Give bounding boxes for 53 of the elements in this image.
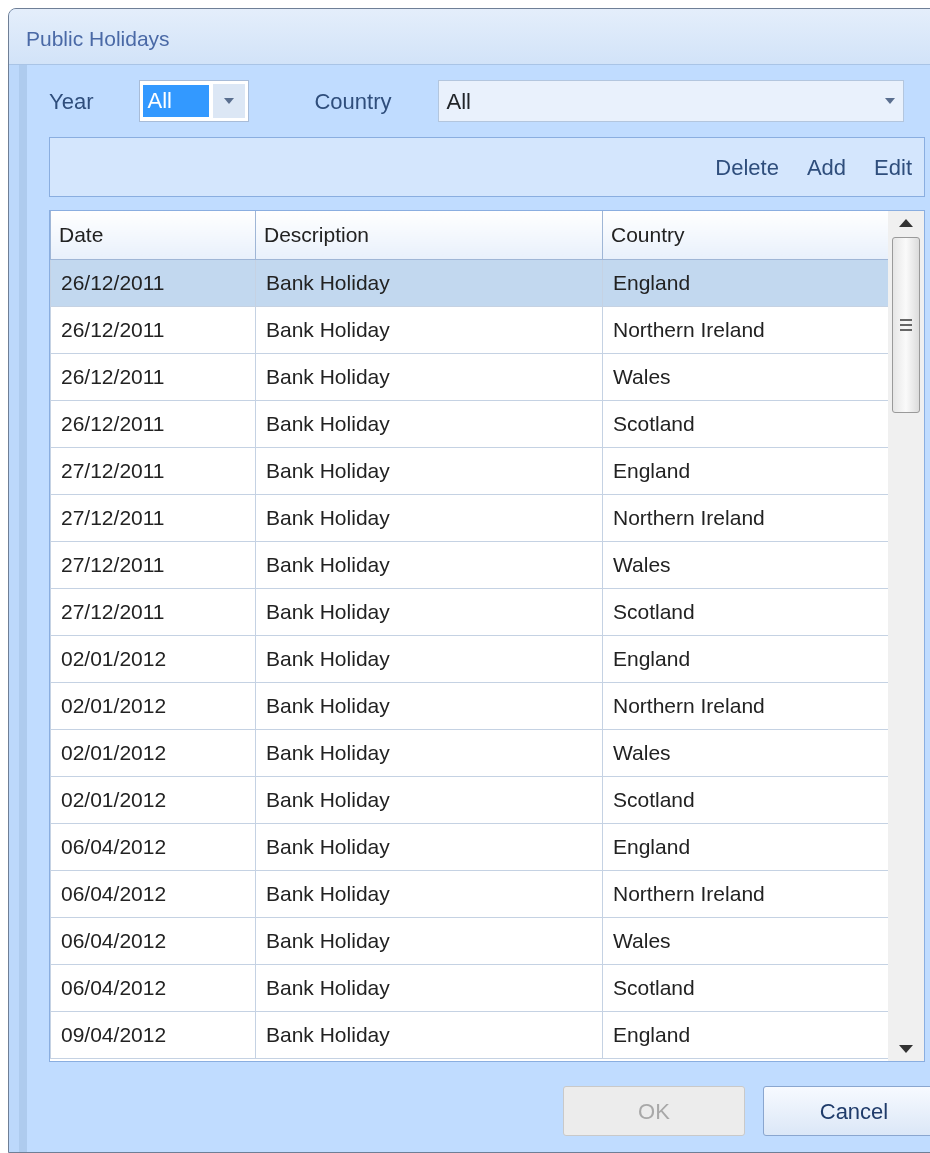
table-cell: 02/01/2012: [50, 682, 256, 729]
table-cell: Bank Holiday: [255, 682, 603, 729]
table-cell: Bank Holiday: [255, 400, 603, 447]
table-cell: 06/04/2012: [50, 823, 256, 870]
table-cell: 06/04/2012: [50, 917, 256, 964]
country-label: Country: [314, 87, 392, 116]
table-cell: Bank Holiday: [255, 635, 603, 682]
table-cell: 26/12/2011: [50, 353, 256, 400]
table-cell: Bank Holiday: [255, 259, 603, 306]
table-cell: Bank Holiday: [255, 870, 603, 917]
table-cell: 26/12/2011: [50, 259, 256, 306]
table-cell: 27/12/2011: [50, 494, 256, 541]
table-cell: Bank Holiday: [255, 917, 603, 964]
scroll-down-icon[interactable]: [899, 1045, 913, 1053]
dropdown-arrow-icon: [884, 98, 895, 104]
table-cell: 06/04/2012: [50, 964, 256, 1011]
column-header[interactable]: Description: [255, 211, 603, 259]
table-cell: Bank Holiday: [255, 494, 603, 541]
year-label: Year: [49, 87, 94, 116]
toolbar-button[interactable]: Edit: [874, 150, 912, 184]
table-cell: Bank Holiday: [255, 447, 603, 494]
column-header[interactable]: Country: [602, 211, 889, 259]
scroll-thumb[interactable]: [892, 237, 920, 413]
dropdown-arrow-icon: [224, 98, 235, 104]
table-cell: Bank Holiday: [255, 823, 603, 870]
table-cell: 02/01/2012: [50, 729, 256, 776]
country-dropdown[interactable]: All: [437, 80, 904, 122]
table-cell: Bank Holiday: [255, 1011, 603, 1058]
table-cell: 27/12/2011: [50, 447, 256, 494]
table-cell: Bank Holiday: [255, 729, 603, 776]
grip-icon: [900, 319, 912, 331]
column-header[interactable]: Date: [50, 211, 256, 259]
table-cell: 26/12/2011: [50, 400, 256, 447]
cancel-button[interactable]: Cancel: [763, 1086, 930, 1136]
scrollbar[interactable]: [888, 211, 924, 1061]
window-title: Public Holidays: [26, 27, 170, 50]
table-cell: Bank Holiday: [255, 306, 603, 353]
table-cell: 06/04/2012: [50, 870, 256, 917]
table-cell: England: [602, 259, 889, 306]
table-cell: Bank Holiday: [255, 964, 603, 1011]
table-cell: Bank Holiday: [255, 541, 603, 588]
table-cell: Bank Holiday: [255, 353, 603, 400]
table-cell: 27/12/2011: [50, 541, 256, 588]
toolbar-button[interactable]: Delete: [715, 150, 779, 184]
table-cell: 26/12/2011: [50, 306, 256, 353]
table-cell: Bank Holiday: [255, 776, 603, 823]
table-cell: 02/01/2012: [50, 776, 256, 823]
scroll-up-icon[interactable]: [899, 219, 913, 227]
toolbar-button[interactable]: Add: [806, 150, 847, 184]
table-cell: 02/01/2012: [50, 635, 256, 682]
table-cell: 27/12/2011: [50, 588, 256, 635]
table-cell: 09/04/2012: [50, 1011, 256, 1058]
table-cell: Bank Holiday: [255, 588, 603, 635]
